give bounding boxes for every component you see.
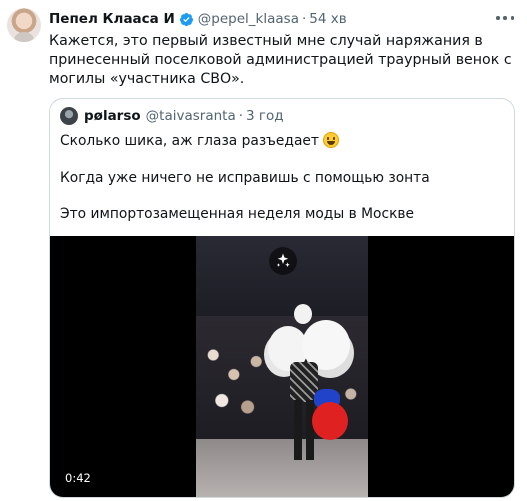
- grinning-face-emoji-icon: [322, 132, 339, 148]
- quote-author-avatar[interactable]: [60, 107, 78, 125]
- tweet-time[interactable]: 54 хв: [309, 11, 346, 27]
- tweet-header: Пепел Клааса И @pepel_klaasa · 54 хв: [49, 9, 347, 29]
- author-handle[interactable]: @pepel_klaasa: [198, 11, 299, 27]
- video-duration: 0:42: [61, 469, 95, 487]
- quote-header: pølarso @taivasranta · 3 год: [60, 107, 284, 125]
- quote-author-handle[interactable]: @taivasranta: [146, 108, 236, 124]
- author-avatar[interactable]: [7, 8, 41, 42]
- runway-model-image: [268, 304, 350, 469]
- quote-line-1-text: Сколько шика, аж глаза разъедает: [60, 133, 319, 149]
- sparkle-icon[interactable]: [269, 247, 297, 275]
- verified-badge-icon: [179, 12, 194, 27]
- author-name-text[interactable]: Пепел Клааса: [49, 11, 159, 27]
- author-name[interactable]: Пепел Клааса И: [49, 11, 175, 27]
- quote-text-line-1: Сколько шика, аж глаза разъедает: [60, 132, 339, 149]
- tweet[interactable]: Пепел Клааса И @pepel_klaasa · 54 хв Каж…: [0, 0, 527, 501]
- author-name-badge: И: [163, 11, 175, 27]
- video-frame[interactable]: [196, 236, 368, 497]
- tweet-text: Кажется, это первый известный мне случай…: [49, 33, 512, 87]
- quote-separator-dot: ·: [238, 108, 244, 124]
- quote-text-line-2: Когда уже ничего не исправишь с помощью …: [60, 170, 430, 186]
- quote-time[interactable]: 3 год: [246, 108, 284, 124]
- more-horizontal-icon[interactable]: [496, 10, 514, 26]
- video-player[interactable]: 0:42: [50, 236, 514, 497]
- quoted-tweet[interactable]: pølarso @taivasranta · 3 год Сколько шик…: [49, 98, 515, 498]
- quote-author-name[interactable]: pølarso: [84, 108, 141, 124]
- separator-dot: ·: [301, 11, 307, 27]
- quote-text-line-3: Это импортозамещенная неделя моды в Моск…: [60, 206, 415, 222]
